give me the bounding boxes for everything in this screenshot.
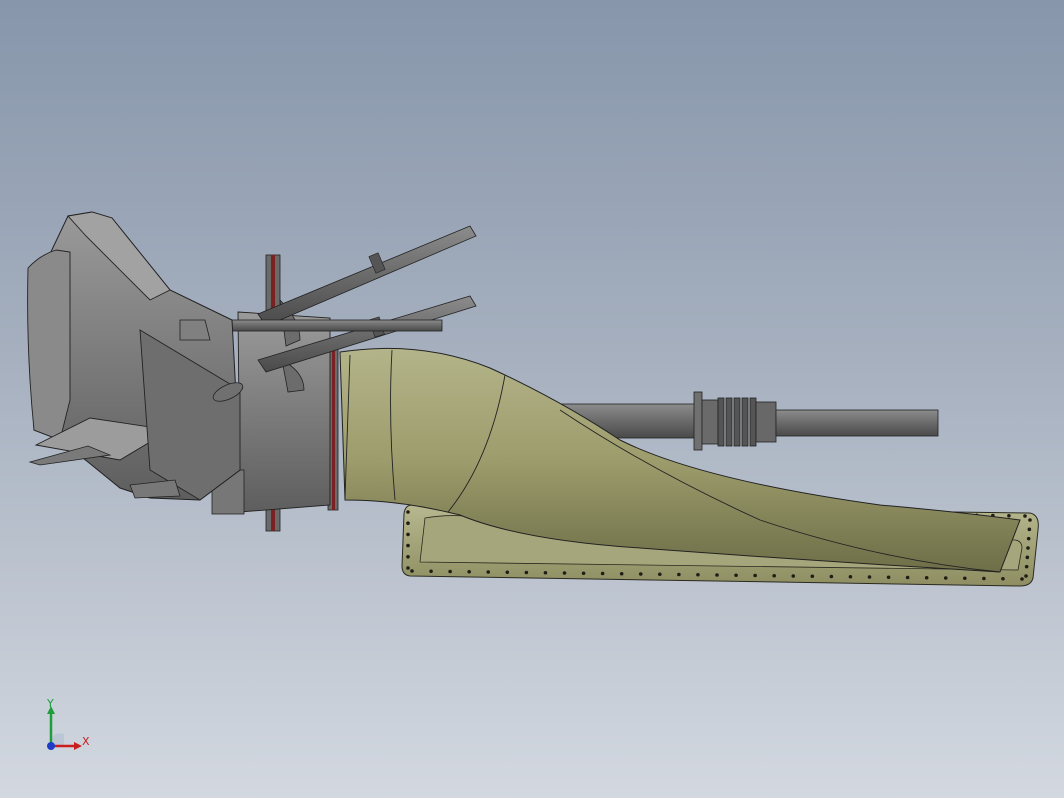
triad-y-label: Y — [47, 697, 54, 710]
bolt-hole — [406, 521, 410, 525]
bolt-hole — [467, 569, 471, 574]
bolt-hole — [963, 576, 967, 581]
orientation-triad[interactable]: Y X — [36, 698, 96, 758]
bolt-hole — [715, 573, 719, 577]
bolt-hole — [406, 543, 410, 548]
bolt-hole — [448, 569, 452, 574]
graphics-viewport[interactable]: Y X — [0, 0, 1064, 798]
triad-axes — [47, 706, 82, 750]
bolt-hole — [1025, 555, 1030, 560]
bolt-hole — [1026, 536, 1031, 541]
bolt-hole — [406, 566, 410, 570]
bolt-hole — [810, 574, 815, 579]
bolt-hole — [772, 573, 776, 578]
bolt-hole — [905, 575, 910, 580]
bolt-hole — [1001, 576, 1005, 581]
bolt-hole — [1028, 518, 1032, 522]
bolt-hole — [848, 574, 853, 579]
bolt-hole — [1023, 514, 1027, 518]
bolt-hole — [982, 576, 986, 581]
bolt-hole — [1024, 574, 1028, 578]
bolt-hole — [406, 555, 410, 559]
triad-x-label: X — [82, 735, 90, 748]
bolt-hole — [486, 570, 491, 574]
bolt-hole — [406, 532, 410, 537]
bolt-hole — [600, 571, 605, 576]
bolt-hole — [638, 572, 643, 576]
bolt-hole — [753, 573, 757, 578]
bolt-hole — [829, 574, 834, 579]
bolt-hole — [505, 570, 510, 575]
bolt-hole — [1024, 564, 1029, 569]
bolt-hole — [562, 571, 567, 575]
z-axis-dot — [47, 742, 55, 750]
intake-housing — [27, 211, 244, 501]
bolt-hole — [524, 570, 529, 575]
bolt-hole — [410, 569, 414, 573]
bolt-hole — [1026, 546, 1030, 550]
bolt-hole — [1007, 513, 1011, 518]
bolt-hole — [791, 574, 796, 578]
bolt-hole — [658, 572, 662, 577]
bolt-hole — [924, 575, 929, 580]
bolt-hole — [734, 573, 738, 578]
bolt-hole — [1020, 577, 1024, 581]
bolt-hole — [581, 571, 586, 576]
bolt-hole — [886, 575, 891, 580]
bolt-hole — [677, 572, 681, 577]
bolt-hole — [543, 570, 548, 575]
bolt-hole — [1027, 527, 1032, 532]
bolt-hole — [867, 575, 872, 579]
bolt-hole — [943, 576, 948, 580]
bolt-hole — [406, 510, 410, 514]
bolt-hole — [696, 572, 700, 577]
bolt-hole — [429, 569, 433, 574]
bolt-hole — [619, 571, 624, 576]
cad-model-view[interactable] — [0, 0, 1064, 798]
